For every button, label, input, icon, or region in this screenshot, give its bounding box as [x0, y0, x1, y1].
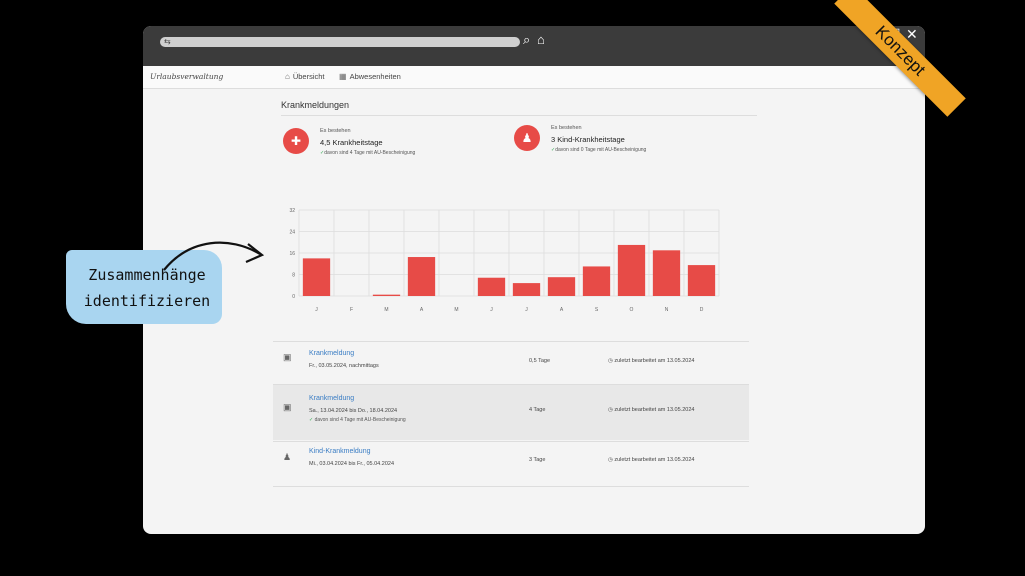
- address-bar[interactable]: [160, 37, 520, 47]
- y-tick-label: 0: [292, 294, 295, 300]
- sick-note-title-link[interactable]: Krankmeldung: [309, 350, 354, 357]
- last-edited: ◷ zuletzt bearbeitet am 13.05.2024: [608, 407, 694, 413]
- summary-intro: Es bestehen: [551, 125, 582, 131]
- bar: [687, 265, 716, 296]
- sick-days-chart: 32 24 16 8 0 J F M A M J J A S O N D: [289, 208, 720, 313]
- list-item[interactable]: ▣ Krankmeldung Fr., 03.05.2024, nachmitt…: [273, 342, 749, 382]
- x-tick-label: J: [315, 307, 318, 313]
- sick-note-dates: Fr., 03.05.2024, nachmittags: [309, 363, 379, 369]
- app-header: Urlaubsverwaltung ⌂ Übersicht ▦ Abwesenhei…: [143, 66, 925, 89]
- site-settings-icon[interactable]: ⇆: [164, 38, 172, 46]
- y-tick-label: 8: [292, 273, 295, 279]
- summary-value: 4,5 Krankheitstage: [320, 138, 383, 147]
- annotation-arrow: [163, 241, 265, 271]
- list-item[interactable]: ♟ Kind-Krankmeldung Mi., 03.04.2024 bis …: [273, 442, 749, 482]
- summary-note: ✓davon sind 0 Tage mit AU-Bescheinigung: [551, 147, 646, 153]
- browser-titlebar: ⇆ ⌕ ⌂ ☐ ✕: [143, 26, 925, 66]
- x-tick-label: D: [700, 307, 704, 313]
- summary-note: ✓davon sind 4 Tage mit AU-Bescheinigung: [320, 150, 415, 156]
- medical-case-icon: ▣: [283, 352, 292, 362]
- sick-note-duration: 4 Tage: [529, 407, 546, 413]
- home-icon: ⌂: [285, 72, 290, 81]
- sick-note-note-text: davon sind 4 Tage mit AU-Bescheinigung: [314, 417, 406, 423]
- nav-label: Abwesenheiten: [349, 72, 401, 81]
- sick-note-title-link[interactable]: Krankmeldung: [309, 395, 354, 402]
- y-tick-label: 24: [289, 230, 295, 236]
- child-icon: ♟: [514, 125, 540, 151]
- last-edited-text: zuletzt bearbeitet am 13.05.2024: [614, 407, 695, 413]
- x-tick-label: A: [560, 307, 564, 313]
- x-tick-label: N: [665, 307, 669, 313]
- x-tick-label: J: [490, 307, 493, 313]
- summary-note-text: davon sind 4 Tage mit AU-Bescheinigung: [324, 150, 416, 156]
- main-content: Krankmeldungen: [281, 100, 757, 116]
- x-tick-label: M: [454, 307, 458, 313]
- last-edited: ◷ zuletzt bearbeitet am 13.05.2024: [608, 358, 694, 364]
- bar: [512, 283, 541, 296]
- sick-note-dates: Sa., 13.04.2024 bis Do., 18.04.2024: [309, 408, 398, 414]
- bar: [372, 294, 401, 296]
- medical-case-icon: ✚: [283, 128, 309, 154]
- y-tick-label: 16: [289, 251, 295, 257]
- bar: [652, 250, 681, 296]
- nav-item-absences[interactable]: ▦ Abwesenheiten: [339, 72, 401, 81]
- x-tick-label: J: [525, 307, 528, 313]
- x-tick-label: M: [384, 307, 388, 313]
- nav-item-overview[interactable]: ⌂ Übersicht: [285, 72, 325, 81]
- sick-note-dates: Mi., 03.04.2024 bis Fr., 05.04.2024: [309, 461, 395, 467]
- x-tick-label: A: [420, 307, 424, 313]
- sick-note-note: ✓ davon sind 4 Tage mit AU-Bescheinigung: [309, 417, 406, 423]
- last-edited: ◷ zuletzt bearbeitet am 13.05.2024: [608, 457, 694, 463]
- last-edited-text: zuletzt bearbeitet am 13.05.2024: [614, 358, 695, 364]
- sick-note-duration: 3 Tage: [529, 457, 546, 463]
- summary-value: 3 Kind-Krankheitstage: [551, 135, 625, 144]
- title-divider: [281, 115, 757, 116]
- page-title: Krankmeldungen: [281, 100, 350, 110]
- bar: [302, 258, 331, 296]
- sick-note-title-link[interactable]: Kind-Krankmeldung: [309, 448, 370, 455]
- bar: [617, 244, 646, 296]
- list-item[interactable]: ▣ Krankmeldung Sa., 13.04.2024 bis Do., …: [273, 385, 749, 440]
- bar: [582, 266, 611, 296]
- last-edited-text: zuletzt bearbeitet am 13.05.2024: [614, 457, 695, 463]
- x-tick-label: O: [630, 307, 634, 313]
- bar: [547, 277, 576, 296]
- home-icon[interactable]: ⌂: [537, 32, 545, 48]
- sick-note-duration: 0,5 Tage: [529, 358, 551, 364]
- x-tick-label: S: [595, 307, 599, 313]
- search-icon[interactable]: ⌕: [523, 32, 530, 48]
- summary-intro: Es bestehen: [320, 128, 351, 134]
- medical-case-icon: ▣: [283, 402, 292, 412]
- y-tick-label: 32: [289, 208, 295, 214]
- child-icon: ♟: [283, 452, 292, 462]
- nav-label: Übersicht: [292, 72, 325, 81]
- row-divider: [273, 486, 749, 487]
- annotation-line: identifizieren: [83, 292, 211, 310]
- summary-note-text: davon sind 0 Tage mit AU-Bescheinigung: [555, 147, 647, 153]
- calendar-icon: ▦: [339, 72, 347, 81]
- app-logo[interactable]: Urlaubsverwaltung: [150, 72, 223, 81]
- bar: [477, 277, 506, 296]
- x-tick-label: F: [350, 307, 353, 313]
- bar: [407, 257, 436, 296]
